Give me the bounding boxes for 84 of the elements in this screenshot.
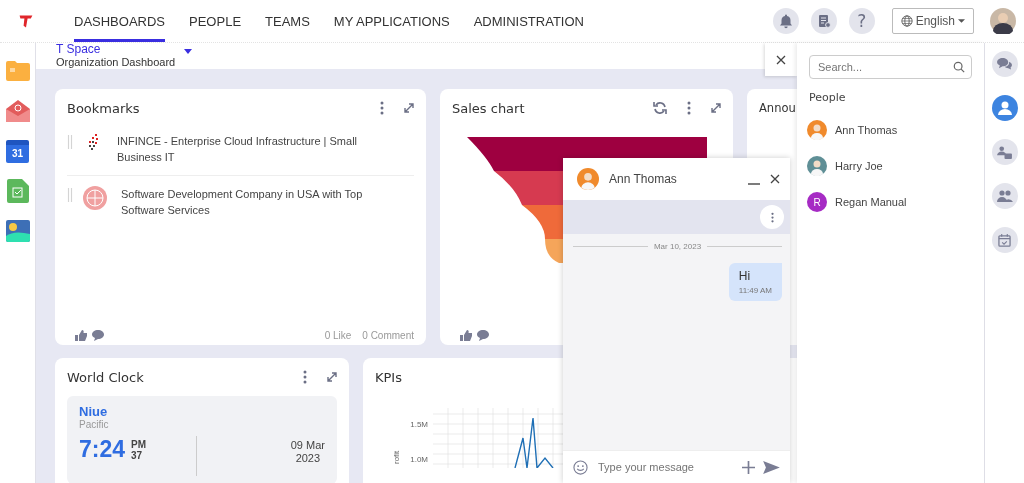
city-name: Niue xyxy=(79,404,109,419)
expand-icon[interactable] xyxy=(404,103,414,113)
comment-count: 0 Comment xyxy=(362,329,414,341)
expand-icon[interactable] xyxy=(711,103,721,113)
user-avatar[interactable] xyxy=(990,8,1016,34)
line-series xyxy=(514,417,554,468)
contact-name: Ann Thomas xyxy=(609,172,677,186)
nav-tab[interactable]: PEOPLE xyxy=(189,0,242,42)
message-bar[interactable]: Type your message xyxy=(563,450,790,483)
clock-year: 2023 xyxy=(295,452,321,465)
bell-icon xyxy=(777,13,794,29)
kebab-icon[interactable] xyxy=(380,101,384,115)
notifications-button[interactable] xyxy=(772,8,799,34)
person-name[interactable]: Regan Manual xyxy=(835,196,907,208)
chat-panel-button[interactable] xyxy=(991,51,1018,77)
card-title: Annou xyxy=(759,101,796,115)
calendar-icon[interactable]: 31 xyxy=(6,139,29,163)
globe-icon xyxy=(900,15,913,27)
mail-icon[interactable] xyxy=(5,100,30,122)
add-icon[interactable] xyxy=(742,460,755,474)
message-text: Hi xyxy=(738,269,752,283)
group-icon xyxy=(996,190,1013,202)
contact-avatar xyxy=(577,168,599,190)
drag-handle-icon[interactable] xyxy=(67,188,73,202)
like-icon[interactable] xyxy=(460,329,472,341)
caret-icon[interactable] xyxy=(184,48,193,54)
kebab-icon xyxy=(770,211,774,223)
expand-icon[interactable] xyxy=(327,372,337,382)
task-icon[interactable] xyxy=(6,179,29,203)
calendar-panel-button[interactable] xyxy=(991,227,1018,253)
person-panel-button[interactable] xyxy=(991,95,1018,121)
globe-icon xyxy=(83,186,107,210)
drag-handle-icon[interactable] xyxy=(67,135,73,149)
comment-icon[interactable] xyxy=(92,329,104,341)
bookmark-link[interactable]: INFINCE - Enterprise Cloud Infrastructure | Small Business IT xyxy=(117,133,367,165)
space-name: T Space xyxy=(56,43,102,56)
person-name[interactable]: Harry Joe xyxy=(835,160,883,172)
close-icon xyxy=(776,54,786,65)
tick-label: 1.0M xyxy=(410,455,428,464)
kebab-icon[interactable] xyxy=(303,370,307,384)
bookmark-link[interactable]: Software Development Company in USA with Top Software Services xyxy=(121,186,371,218)
contacts-panel-button[interactable] xyxy=(991,139,1018,165)
clock-date: 09 Mar xyxy=(290,439,325,452)
tick-label: 1.5M xyxy=(410,420,428,429)
like-count: 0 Like xyxy=(324,329,352,341)
chat-icon xyxy=(997,57,1012,71)
axis-title: rofit xyxy=(392,450,401,464)
card-title: KPIs xyxy=(375,369,402,385)
nav-tab[interactable]: ADMINISTRATION xyxy=(473,0,584,42)
calendar-icon xyxy=(998,233,1011,247)
region-name: Pacific xyxy=(79,419,110,430)
meridiem: PM xyxy=(131,439,147,450)
nav-tab[interactable]: TEAMS xyxy=(265,0,310,42)
nav-tab[interactable]: MY APPLICATIONS xyxy=(333,0,450,42)
dashboard-name: Organization Dashboard xyxy=(56,56,176,69)
help-button[interactable]: ? xyxy=(848,8,875,34)
card-title: Bookmarks xyxy=(67,100,140,116)
language-dropdown[interactable]: English xyxy=(891,8,974,34)
close-button[interactable] xyxy=(765,43,797,76)
like-icon[interactable] xyxy=(75,329,87,341)
close-icon[interactable] xyxy=(770,174,780,184)
person-icon xyxy=(997,101,1012,115)
group-panel-button[interactable] xyxy=(991,183,1018,209)
logo xyxy=(18,13,34,29)
clock-seconds: 37 xyxy=(131,450,144,461)
person-name[interactable]: Ann Thomas xyxy=(835,124,898,136)
send-icon[interactable] xyxy=(763,460,780,474)
message-time: 11:49 AM xyxy=(738,286,772,295)
emoji-icon[interactable] xyxy=(573,459,588,475)
comment-icon[interactable] xyxy=(477,329,489,341)
caret-icon xyxy=(958,19,965,23)
card-title: World Clock xyxy=(67,369,144,385)
image-icon[interactable] xyxy=(5,220,30,242)
refresh-icon[interactable] xyxy=(653,101,667,115)
document-button[interactable] xyxy=(810,8,837,34)
section-heading: People xyxy=(809,91,847,104)
search-field[interactable]: Search... xyxy=(809,55,972,79)
clock-time: 7:24 xyxy=(79,436,126,462)
person-avatar: R xyxy=(807,192,827,212)
card-title: Sales chart xyxy=(452,100,525,116)
kebab-icon[interactable] xyxy=(687,101,691,115)
date-divider: Mar 10, 2023 xyxy=(653,242,702,251)
search-icon[interactable] xyxy=(953,61,965,73)
contact-card-icon xyxy=(997,145,1012,159)
